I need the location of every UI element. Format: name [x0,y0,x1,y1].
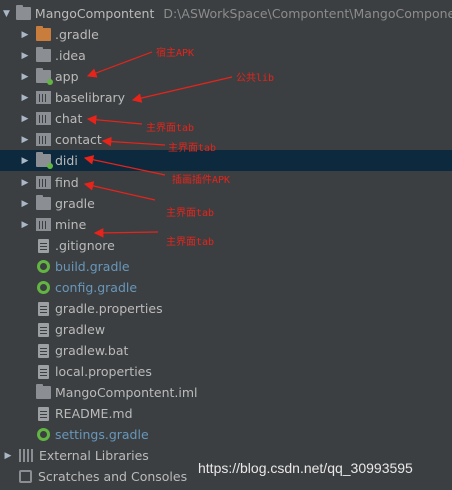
annotation-arrow-baselibrary [131,76,233,103]
annotation-arrows [83,51,233,238]
annotation-arrow-mine [93,228,159,238]
annotation-arrow-find [83,181,156,201]
annotation-contact: 主界面tab [168,143,217,154]
annotation-mine: 主界面tab [166,237,215,248]
annotation-baselibrary: 公共lib [236,73,275,84]
annotation-didi: 插画插件APK [172,175,231,186]
annotation-arrow-contact [101,136,166,147]
watermark-url: https://blog.csdn.net/qq_30993595 [198,460,413,476]
annotation-arrow-didi [83,155,166,176]
annotation-app: 宿主APK [156,48,195,59]
annotation-find: 主界面tab [166,208,215,219]
annotation-arrow-chat [86,114,143,125]
annotation-chat: 主界面tab [146,123,195,134]
annotation-arrow-app [86,51,153,78]
